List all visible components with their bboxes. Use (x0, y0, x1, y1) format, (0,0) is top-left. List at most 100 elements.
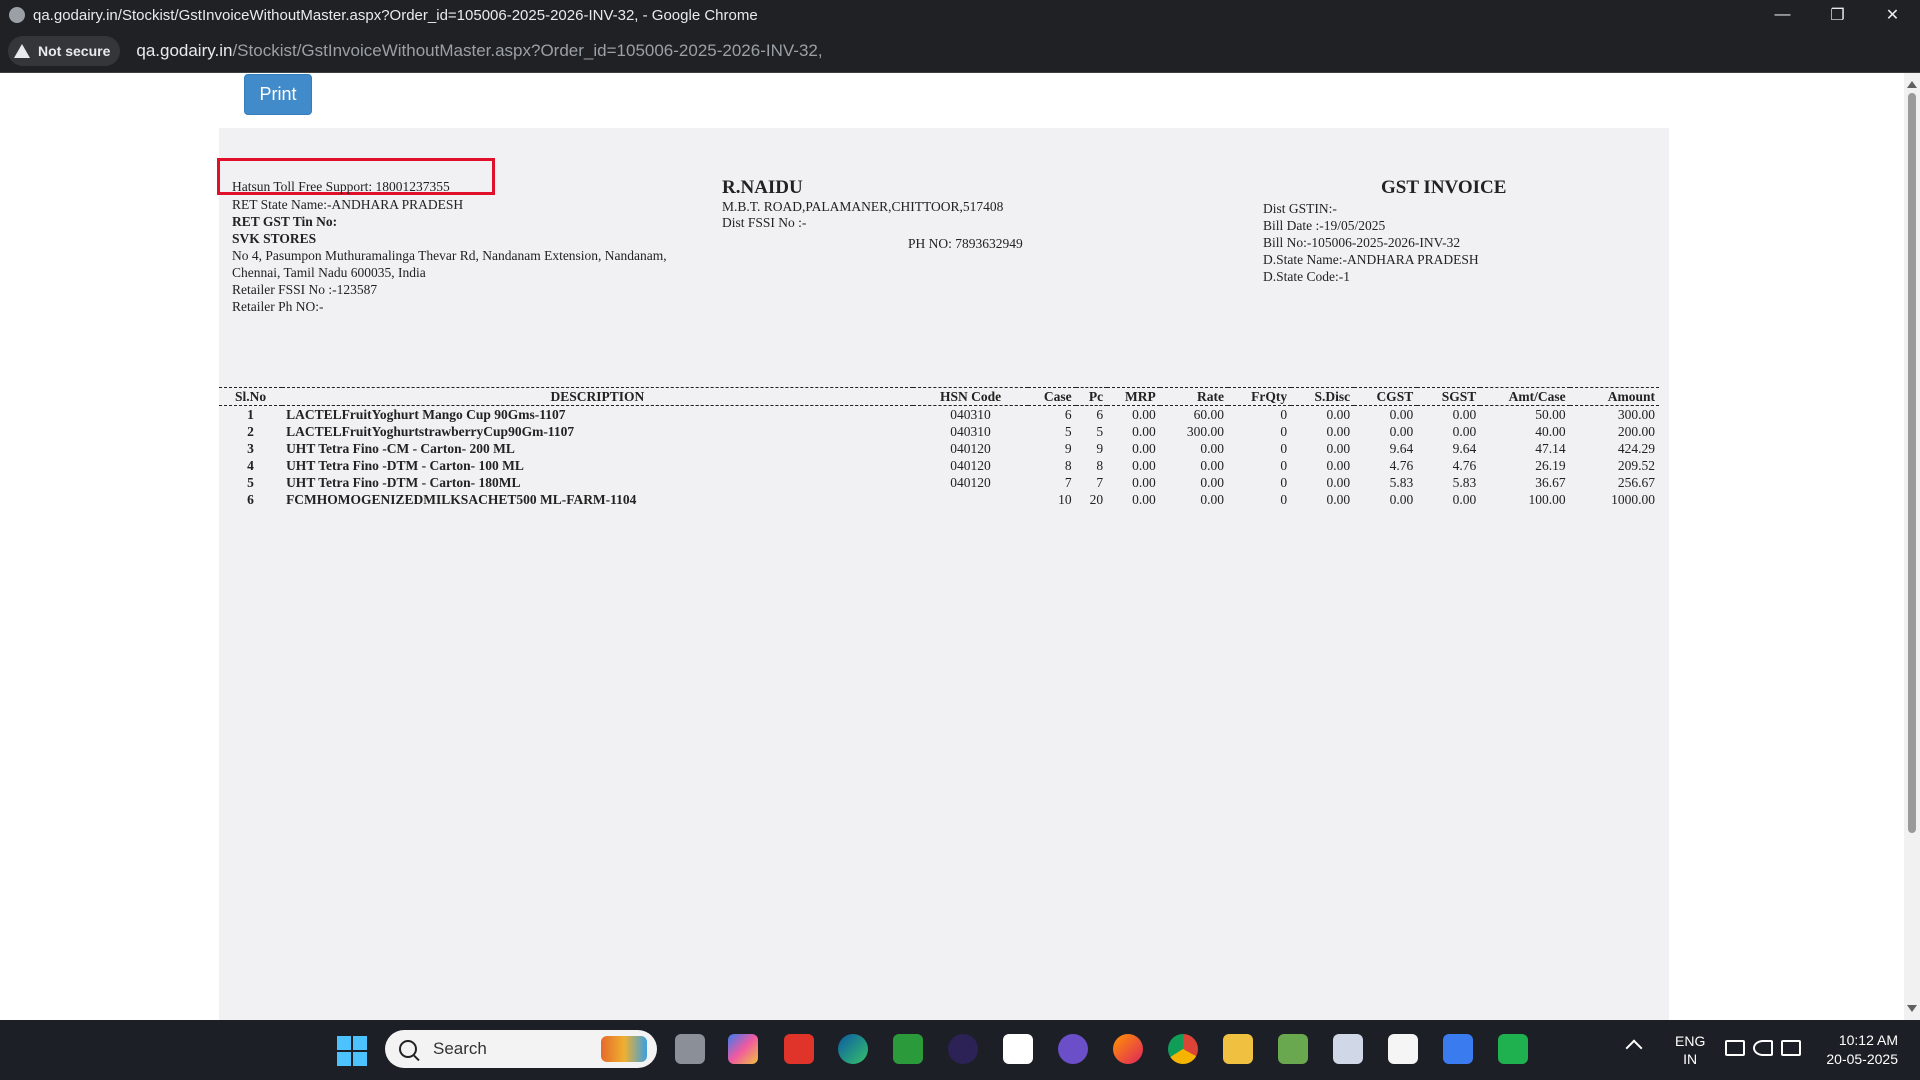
cell-cgst: 9.64 (1389, 440, 1414, 456)
print-button[interactable]: Print (244, 74, 312, 115)
dist-gstin: Dist GSTIN:- (1263, 201, 1337, 216)
cell-cgst: 5.83 (1389, 474, 1414, 490)
cell-cgst: 0.00 (1389, 491, 1414, 507)
address-bar[interactable]: Not secure qa.godairy.in/Stockist/GstInv… (0, 30, 1920, 73)
cell-case: 8 (1064, 457, 1072, 473)
cell-sdisc: 0.00 (1326, 474, 1351, 490)
table-row: 1 LACTELFruitYoghurt Mango Cup 90Gms-110… (219, 406, 1659, 424)
cell-pc: 6 (1096, 406, 1104, 422)
cell-slno: 1 (247, 406, 254, 422)
bill-date: Bill Date :-19/05/2025 (1263, 218, 1386, 233)
table-header-row: Sl.No DESCRIPTION HSN Code Case Pc MRP R… (219, 387, 1659, 406)
cell-rate: 0.00 (1200, 474, 1225, 490)
retailer-phone: Retailer Ph NO:- (232, 299, 324, 314)
cell-cgst: 0.00 (1389, 423, 1414, 439)
cell-mrp: 0.00 (1132, 406, 1156, 422)
cell-slno: 6 (247, 491, 254, 507)
windows-start-icon[interactable] (337, 1036, 367, 1066)
search-icon (399, 1040, 417, 1058)
scroll-down-arrow-icon[interactable] (1907, 1005, 1917, 1012)
chat-app-icon[interactable] (1443, 1034, 1473, 1064)
cell-hsn: 040120 (950, 440, 991, 456)
table-row: 3 UHT Tetra Fino -CM - Carton- 200 ML 04… (219, 440, 1659, 457)
language-code: ENG (1675, 1033, 1706, 1049)
cell-sgst: 0.00 (1452, 423, 1477, 439)
invoice-title: GST INVOICE (1381, 177, 1507, 198)
firefox-icon[interactable] (1113, 1034, 1143, 1064)
items-table: Sl.No DESCRIPTION HSN Code Case Pc MRP R… (219, 387, 1659, 508)
language-indicator[interactable]: ENG IN (1675, 1032, 1705, 1068)
notes-app-icon[interactable] (1003, 1034, 1033, 1064)
restore-icon[interactable]: ❐ (1810, 0, 1865, 30)
cell-frqty: 0 (1280, 457, 1288, 473)
a-app-icon[interactable] (1058, 1034, 1088, 1064)
cell-slno: 5 (247, 474, 254, 490)
taskbar-search-box[interactable]: Search (385, 1030, 657, 1068)
url-text[interactable]: qa.godairy.in/Stockist/GstInvoiceWithout… (136, 41, 822, 61)
seller-address: M.B.T. ROAD,PALAMANER,CHITTOOR,517408 (722, 199, 1004, 214)
cell-sgst: 4.76 (1452, 457, 1477, 473)
d-state-code: D.State Code:-1 (1263, 269, 1350, 284)
d-state-name: D.State Name:-ANDHARA PRADESH (1263, 252, 1479, 267)
cell-slno: 2 (247, 423, 254, 439)
col-rate: Rate (1159, 387, 1229, 406)
col-slno: Sl.No (219, 387, 283, 406)
minimize-icon[interactable]: — (1755, 0, 1810, 30)
sheets-app-icon[interactable] (1498, 1034, 1528, 1064)
mail-icon[interactable] (1333, 1034, 1363, 1064)
scroll-thumb[interactable] (1908, 93, 1916, 833)
security-chip[interactable]: Not secure (8, 36, 121, 66)
volume-muted-icon[interactable] (1753, 1040, 1773, 1056)
chrome-icon[interactable] (1168, 1034, 1198, 1064)
cell-amt-case: 40.00 (1535, 423, 1566, 439)
photo-app-icon[interactable] (1278, 1034, 1308, 1064)
cell-frqty: 0 (1280, 440, 1288, 456)
cell-frqty: 0 (1280, 491, 1288, 507)
cell-amount: 209.52 (1617, 457, 1655, 473)
eclipse-icon[interactable] (948, 1034, 978, 1064)
cell-sdisc: 0.00 (1326, 423, 1351, 439)
cell-case: 5 (1064, 423, 1072, 439)
col-frqty: FrQty (1228, 387, 1292, 406)
cell-case: 9 (1064, 440, 1072, 456)
cell-hsn (913, 491, 1029, 508)
cell-pc: 9 (1096, 440, 1104, 456)
ret-gst-tin: RET GST Tin No: (232, 214, 338, 229)
network-icon[interactable] (1725, 1040, 1745, 1056)
cell-sgst: 5.83 (1452, 474, 1477, 490)
battery-icon[interactable] (1781, 1040, 1801, 1056)
edge-icon[interactable] (838, 1034, 868, 1064)
site-favicon-icon (9, 7, 25, 23)
cell-frqty: 0 (1280, 406, 1288, 422)
cell-amount: 1000.00 (1611, 491, 1655, 507)
page-scrollbar[interactable] (1904, 73, 1920, 1020)
cell-description: LACTELFruitYoghurt Mango Cup 90Gms-1107 (286, 406, 566, 422)
task-view-icon[interactable] (675, 1034, 705, 1064)
cell-amt-case: 47.14 (1535, 440, 1566, 456)
seller-block: R.NAIDU M.B.T. ROAD,PALAMANER,CHITTOOR,5… (722, 177, 1003, 231)
show-hidden-icons-icon[interactable] (1625, 1039, 1643, 1057)
ret-state-name: RET State Name:-ANDHARA PRADESH (232, 197, 464, 212)
table-row: 6 FCMHOMOGENIZEDMILKSACHET500 ML-FARM-11… (219, 491, 1659, 508)
distributor-block: Dist GSTIN:- Bill Date :-19/05/2025 Bill… (1263, 200, 1479, 285)
scroll-up-arrow-icon[interactable] (1907, 81, 1917, 88)
close-icon[interactable]: ✕ (1865, 0, 1920, 30)
cell-sdisc: 0.00 (1326, 440, 1351, 456)
excel-tool-icon[interactable] (893, 1034, 923, 1064)
clock[interactable]: 10:12 AM 20-05-2025 (1816, 1031, 1898, 1069)
git-app-icon[interactable] (784, 1034, 814, 1064)
cell-case: 6 (1064, 406, 1072, 422)
cell-cgst: 0.00 (1389, 406, 1414, 422)
col-amount: Amount (1569, 387, 1659, 406)
file-explorer-icon[interactable] (1223, 1034, 1253, 1064)
col-cgst: CGST (1354, 387, 1418, 406)
copilot-icon[interactable] (728, 1034, 758, 1064)
notepad-icon[interactable] (1388, 1034, 1418, 1064)
cell-amount: 300.00 (1617, 406, 1655, 422)
url-host: qa.godairy.in (136, 41, 233, 60)
cell-hsn: 040120 (950, 474, 991, 490)
cell-sgst: 0.00 (1452, 491, 1477, 507)
url-path: /Stockist/GstInvoiceWithoutMaster.aspx?O… (232, 41, 823, 60)
security-label: Not secure (38, 43, 111, 59)
cell-mrp: 0.00 (1132, 457, 1156, 473)
